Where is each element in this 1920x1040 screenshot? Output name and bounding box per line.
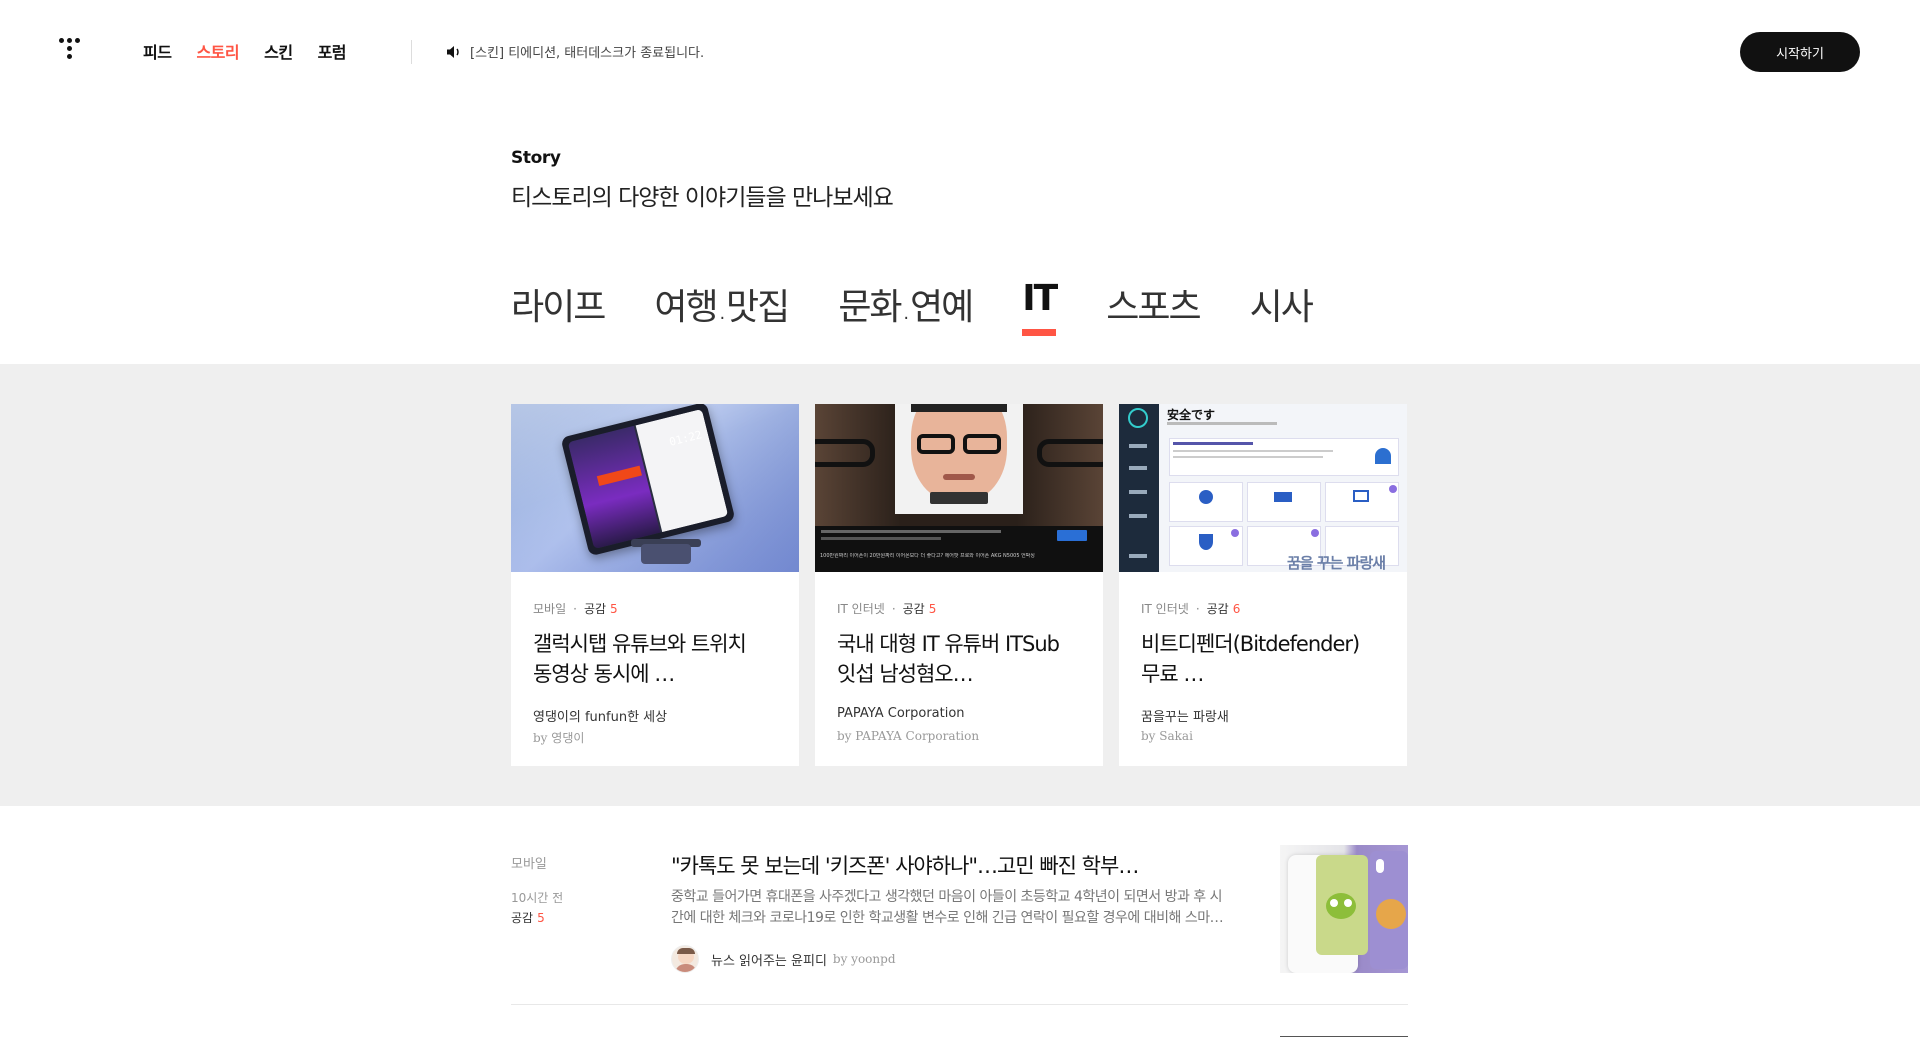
card-title[interactable]: 갤럭시탭 유튜브와 트위치 동영상 동시에 … bbox=[533, 629, 763, 689]
like-label: 공감 bbox=[583, 602, 607, 616]
like-count: 5 bbox=[610, 602, 618, 616]
thumb-caption: 100만원짜리 이어폰이 20만원짜리 이어폰보다 더 좋다고? 에어팟 프로와… bbox=[820, 553, 1035, 559]
list-excerpt[interactable]: 중학교 들어가면 휴대폰을 사주겠다고 생각했던 마음이 아들이 초등학교 4학… bbox=[671, 887, 1231, 929]
list-blog-name[interactable]: 뉴스 읽어주는 윤피디 bbox=[711, 950, 827, 969]
tab-culture[interactable]: 문화.연예 bbox=[838, 278, 974, 330]
featured-card[interactable]: 安全です 꿈을 꾸는 파랑새 IT 인터넷 · 공감 6 비트디펜더(Bitde… bbox=[1119, 404, 1407, 766]
list-category: 모바일 bbox=[511, 857, 547, 872]
nav-skin[interactable]: 스킨 bbox=[264, 39, 293, 63]
like-label: 공감 bbox=[1206, 602, 1229, 616]
card-category: IT 인터넷 bbox=[837, 602, 885, 616]
nav-forum[interactable]: 포럼 bbox=[318, 39, 347, 63]
like-count: 5 bbox=[537, 911, 545, 925]
card-blog-name[interactable]: 꿈을꾸는 파랑새 bbox=[1141, 706, 1229, 725]
card-thumbnail[interactable]: 100만원짜리 이어폰이 20만원짜리 이어폰보다 더 좋다고? 에어팟 프로와… bbox=[815, 404, 1103, 572]
header-divider bbox=[411, 40, 412, 64]
category-tabs: 라이프 여행.맛집 문화.연예 IT 스포츠 시사 bbox=[511, 278, 1362, 336]
tab-current-affairs[interactable]: 시사 bbox=[1250, 278, 1314, 330]
list-likes: 공감 5 bbox=[511, 909, 545, 926]
list-title[interactable]: "카톡도 못 보는데 '키즈폰' 사야하나"…고민 빠진 학부… bbox=[671, 850, 1201, 880]
list-author: by yoonpd bbox=[832, 952, 896, 966]
thumb-watermark: 꿈을 꾸는 파랑새 bbox=[1287, 554, 1386, 572]
card-meta: IT 인터넷 · 공감 5 bbox=[837, 602, 937, 616]
tab-life[interactable]: 라이프 bbox=[511, 278, 606, 330]
next-list-item-thumbnail-edge bbox=[1280, 1036, 1408, 1040]
card-category: 모바일 bbox=[533, 602, 567, 616]
tab-travel[interactable]: 여행.맛집 bbox=[654, 278, 790, 330]
list-byline: 뉴스 읽어주는 윤피디 by yoonpd bbox=[671, 945, 896, 973]
tab-it[interactable]: IT bbox=[1022, 278, 1058, 336]
card-title[interactable]: 비트디펜더(Bitdefender) 무료 … bbox=[1141, 629, 1371, 689]
featured-card[interactable]: 01:22 모바일 · 공감 5 갤럭시탭 유튜브와 트위치 동영상 동시에 … 영댕… bbox=[511, 404, 799, 766]
list-thumbnail[interactable] bbox=[1280, 845, 1408, 973]
like-count: 5 bbox=[928, 602, 937, 616]
card-author: by PAPAYA Corporation bbox=[837, 729, 980, 743]
nav-story[interactable]: 스토리 bbox=[196, 39, 239, 63]
speaker-icon bbox=[447, 45, 459, 58]
card-thumbnail[interactable]: 安全です 꿈을 꾸는 파랑새 bbox=[1119, 404, 1407, 572]
like-count: 6 bbox=[1232, 602, 1241, 616]
card-title[interactable]: 국내 대형 IT 유튜버 ITSub잇섭 남성혐오… bbox=[837, 629, 1067, 689]
featured-section: 01:22 모바일 · 공감 5 갤럭시탭 유튜브와 트위치 동영상 동시에 … 영댕… bbox=[0, 364, 1920, 806]
card-meta: 모바일 · 공감 5 bbox=[533, 602, 618, 616]
avatar[interactable] bbox=[671, 945, 699, 973]
notice-bar[interactable]: [스킨] 티에디션, 태터데스크가 종료됩니다. bbox=[446, 42, 704, 61]
card-blog-name[interactable]: PAPAYA Corporation bbox=[837, 706, 965, 721]
page-subtitle: 티스토리의 다양한 이야기들을 만나보세요 bbox=[511, 185, 894, 211]
card-thumbnail[interactable]: 01:22 bbox=[511, 404, 799, 572]
list-time: 10시간 전 bbox=[511, 891, 564, 905]
featured-card[interactable]: 100만원짜리 이어폰이 20만원짜리 이어폰보다 더 좋다고? 에어팟 프로와… bbox=[815, 404, 1103, 766]
like-label: 공감 bbox=[902, 602, 925, 616]
list-item[interactable]: 모바일 10시간 전 공감 5 "카톡도 못 보는데 '키즈폰' 사야하나"…고민… bbox=[511, 845, 1408, 1005]
main-nav: 피드 스토리 스킨 포럼 bbox=[143, 39, 371, 63]
nav-feed[interactable]: 피드 bbox=[143, 39, 172, 63]
start-button[interactable]: 시작하기 bbox=[1740, 32, 1860, 72]
page-title: Story bbox=[511, 148, 561, 168]
like-label: 공감 bbox=[511, 911, 534, 925]
card-author: by Sakai bbox=[1141, 729, 1193, 743]
top-header: 피드 스토리 스킨 포럼 [스킨] 티에디션, 태터데스크가 종료됩니다. 시작… bbox=[0, 0, 1920, 102]
tistory-logo[interactable] bbox=[59, 38, 85, 64]
card-meta: IT 인터넷 · 공감 6 bbox=[1141, 602, 1241, 616]
card-category: IT 인터넷 bbox=[1141, 602, 1189, 616]
notice-text[interactable]: [스킨] 티에디션, 태터데스크가 종료됩니다. bbox=[470, 42, 704, 61]
thumb-heading: 安全です bbox=[1167, 408, 1216, 422]
card-author: by 영댕이 bbox=[533, 731, 585, 745]
card-blog-name[interactable]: 영댕이의 funfun한 세상 bbox=[533, 706, 667, 725]
tab-sports[interactable]: 스포츠 bbox=[1106, 278, 1201, 330]
